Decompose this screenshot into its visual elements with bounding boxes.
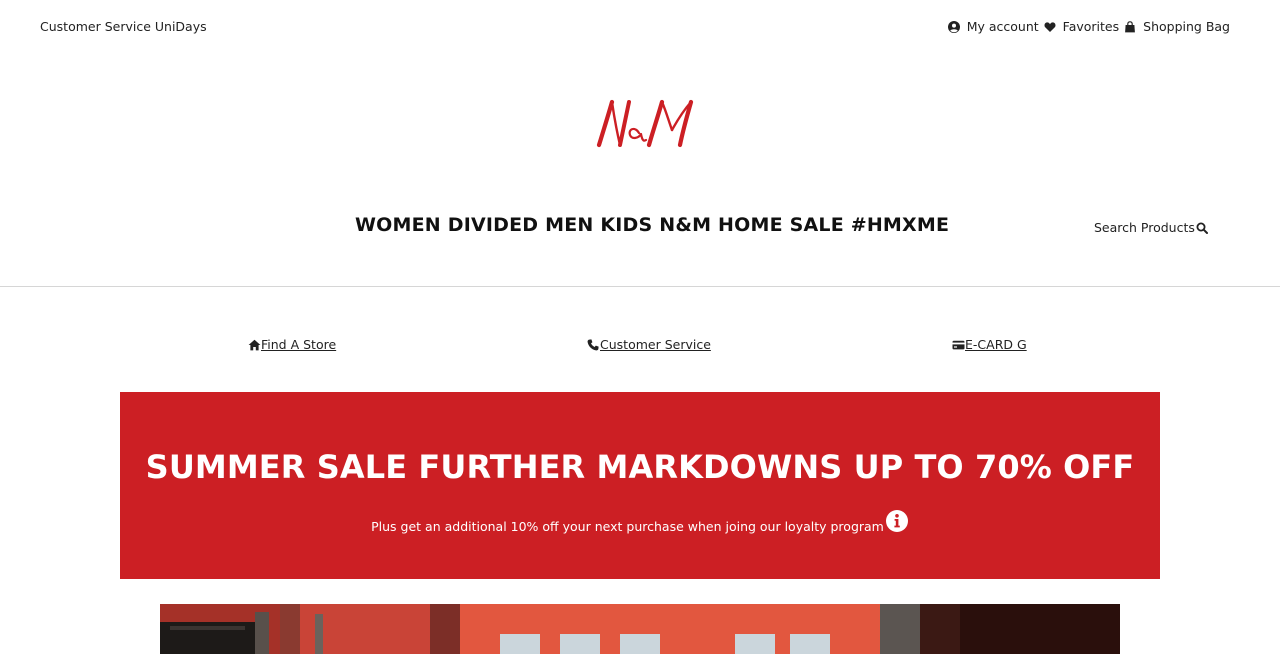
- promo-banner[interactable]: SUMMER SALE FURTHER MARKDOWNS UP TO 70% …: [120, 392, 1160, 579]
- heart-icon: [1044, 21, 1056, 32]
- nav-divided[interactable]: DIVIDED: [448, 214, 539, 236]
- nav-home[interactable]: N&M HOME: [659, 214, 783, 236]
- brand-logo[interactable]: [590, 94, 700, 152]
- account-links: My account Favorites Shopping Bag: [947, 19, 1230, 34]
- logo-mark: [596, 99, 694, 148]
- find-store-label: Find A Store: [261, 337, 337, 352]
- ecard-link[interactable]: E-CARD G: [952, 337, 1027, 352]
- shopping-bag-icon: [1125, 20, 1136, 32]
- ecard-label: E-CARD G: [965, 337, 1027, 352]
- home-icon: [248, 339, 261, 350]
- info-icon[interactable]: [885, 509, 909, 533]
- hero-photo: [160, 604, 1120, 654]
- my-account-link[interactable]: My account: [947, 19, 1039, 34]
- promo-subtitle: Plus get an additional 10% off your next…: [371, 519, 884, 534]
- shopping-bag-link[interactable]: Shopping Bag: [1124, 19, 1230, 34]
- search-label: Search Products: [1094, 220, 1195, 235]
- favorites-link[interactable]: Favorites: [1044, 19, 1119, 34]
- customer-service-link[interactable]: Customer Service: [40, 19, 151, 34]
- promo-subtitle-row: Plus get an additional 10% off your next…: [120, 509, 1160, 534]
- header-divider: [0, 286, 1280, 287]
- search-products[interactable]: Search Products: [1094, 220, 1208, 235]
- customer-service-utility-link[interactable]: Customer Service: [587, 337, 711, 352]
- my-account-label: My account: [966, 19, 1039, 34]
- nav-sale[interactable]: SALE: [790, 214, 844, 236]
- search-icon: [1196, 222, 1208, 234]
- phone-icon: [587, 338, 599, 350]
- nav-kids[interactable]: KIDS: [600, 214, 652, 236]
- nav-women[interactable]: WOMEN: [355, 214, 441, 236]
- top-left-links: Customer Service UniDays: [40, 19, 207, 34]
- find-store-link[interactable]: Find A Store: [248, 337, 336, 352]
- main-nav: WOMEN DIVIDED MEN KIDS N&M HOME SALE #HM…: [355, 214, 949, 236]
- nav-men[interactable]: MEN: [545, 214, 593, 236]
- favorites-label: Favorites: [1062, 19, 1120, 34]
- customer-service-label: Customer Service: [600, 337, 711, 352]
- user-circle-icon: [947, 20, 960, 33]
- unidays-link[interactable]: UniDays: [155, 19, 207, 34]
- credit-card-icon: [952, 340, 965, 349]
- shopping-bag-label: Shopping Bag: [1143, 19, 1230, 34]
- promo-title: SUMMER SALE FURTHER MARKDOWNS UP TO 70% …: [145, 448, 1135, 486]
- nav-hmxme[interactable]: #HMXME: [851, 214, 949, 236]
- top-bar: Customer Service UniDays My account Favo…: [0, 0, 1280, 54]
- hero-image[interactable]: [160, 604, 1120, 654]
